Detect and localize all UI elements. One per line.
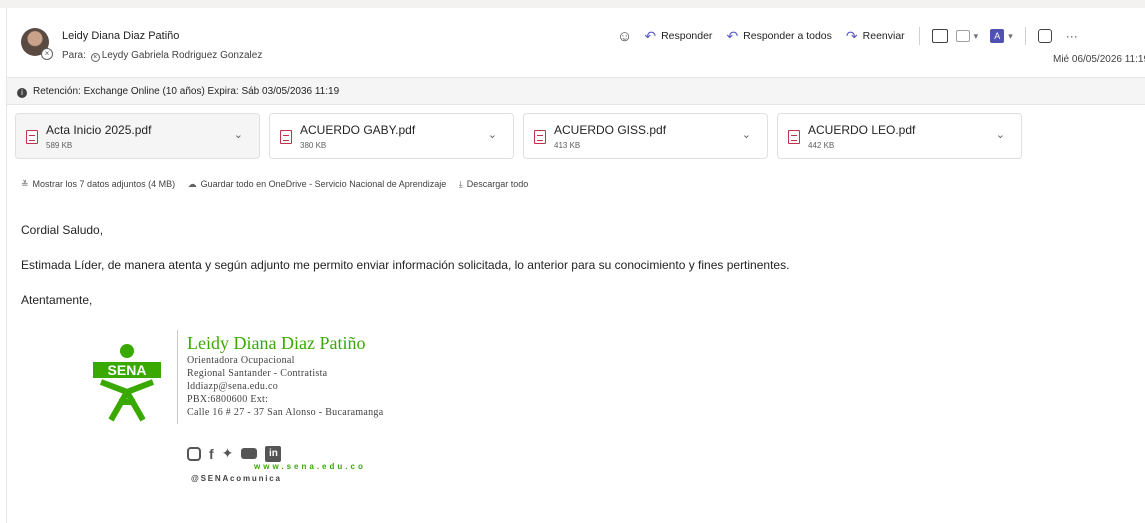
forward-button[interactable]: ↷ Reenviar bbox=[846, 28, 905, 45]
signature-handle: @SENAcomunica bbox=[191, 474, 282, 483]
chevron-down-icon[interactable]: ▾ bbox=[974, 31, 979, 42]
attachment-card[interactable]: ACUERDO GABY.pdf 380 KB ⌄ bbox=[269, 113, 514, 159]
chevron-down-icon[interactable]: ⌄ bbox=[996, 128, 1005, 141]
twitter-icon[interactable]: ✦ bbox=[222, 445, 234, 462]
chevron-double-down-icon: ≚ bbox=[21, 179, 29, 189]
attachment-size: 589 KB bbox=[46, 141, 73, 150]
chevron-down-icon[interactable]: ⌄ bbox=[742, 128, 751, 141]
acrobat-icon[interactable]: A bbox=[990, 29, 1005, 43]
presence-icon: × bbox=[41, 48, 53, 60]
emoji-reaction-icon[interactable]: ☺ bbox=[617, 28, 632, 45]
reply-label: Responder bbox=[661, 30, 713, 42]
pdf-file-icon bbox=[280, 130, 292, 144]
youtube-icon[interactable] bbox=[241, 448, 258, 459]
show-all-attachments-link[interactable]: ≚ Mostrar los 7 datos adjuntos (4 MB) bbox=[21, 179, 175, 189]
forward-icon: ↷ bbox=[845, 27, 858, 44]
social-icons: f ✦ in bbox=[187, 445, 289, 462]
signature-role: Orientadora Ocupacional bbox=[187, 355, 295, 366]
chevron-down-icon[interactable]: ▾ bbox=[1008, 31, 1013, 42]
pdf-file-icon bbox=[26, 130, 38, 144]
chevron-down-icon[interactable]: ⌄ bbox=[234, 128, 243, 141]
reply-icon: ↶ bbox=[644, 27, 657, 44]
reading-pane: × Leidy Diana Diaz Patiño Para: × Leydy G… bbox=[6, 8, 1145, 523]
attachment-actions: ≚ Mostrar los 7 datos adjuntos (4 MB) ☁ Gu… bbox=[21, 179, 538, 190]
retention-text: Retención: Exchange Online (10 años) Exp… bbox=[33, 86, 340, 97]
signature-pbx: PBX:6800600 Ext: bbox=[187, 394, 269, 405]
apps-icon[interactable] bbox=[1037, 29, 1052, 43]
message-text: Estimada Líder, de manera atenta y según… bbox=[21, 258, 790, 272]
attachment-name: ACUERDO GABY.pdf bbox=[300, 123, 416, 137]
immersive-reader-icon[interactable] bbox=[931, 29, 948, 43]
reply-all-button[interactable]: ↶ Responder a todos bbox=[726, 28, 831, 45]
message-date: Mié 06/05/2026 11:19 bbox=[1053, 54, 1145, 65]
reply-button[interactable]: ↶ Responder bbox=[644, 28, 712, 45]
instagram-icon[interactable] bbox=[187, 446, 201, 461]
sender-name[interactable]: Leidy Diana Diaz Patiño bbox=[62, 30, 179, 42]
message-header: × Leidy Diana Diaz Patiño Para: × Leydy G… bbox=[7, 16, 1145, 76]
attachment-name: Acta Inicio 2025.pdf bbox=[46, 123, 152, 137]
recipient-status-icon: × bbox=[90, 53, 100, 62]
facebook-icon[interactable]: f bbox=[209, 446, 214, 462]
toolbar-divider bbox=[1024, 27, 1026, 45]
save-onedrive-link[interactable]: ☁ Guardar todo en OneDrive - Servicio Nac… bbox=[188, 179, 447, 189]
attachment-size: 442 KB bbox=[808, 141, 835, 150]
chevron-down-icon[interactable]: ⌄ bbox=[488, 128, 497, 141]
recipient-line: Para: × Leydy Gabriela Rodriguez Gonzalez bbox=[62, 50, 262, 62]
message-actions: ☺ ↶ Responder ↶ Responder a todos ↷ Reen… bbox=[617, 24, 1078, 48]
attachment-size: 413 KB bbox=[554, 141, 581, 150]
sena-logo: SENA bbox=[93, 344, 161, 422]
more-options-icon[interactable]: ··· bbox=[1066, 29, 1078, 43]
top-strip bbox=[0, 0, 1145, 8]
download-all-label: Descargar todo bbox=[466, 179, 529, 189]
signature-name: Leidy Diana Diaz Patiño bbox=[187, 333, 366, 353]
download-all-link[interactable]: ⤓ Descargar todo bbox=[459, 179, 529, 189]
closing-text: Atentamente, bbox=[21, 293, 93, 307]
svg-text:SENA: SENA bbox=[108, 362, 147, 378]
download-icon: ⤓ bbox=[458, 179, 463, 189]
attachment-name: ACUERDO GISS.pdf bbox=[554, 123, 667, 137]
teams-share-icon[interactable] bbox=[955, 30, 970, 42]
show-all-label: Mostrar los 7 datos adjuntos (4 MB) bbox=[32, 179, 176, 189]
signature-region: Regional Santander - Contratista bbox=[187, 368, 328, 379]
toolbar-divider bbox=[918, 27, 920, 45]
recipient-name[interactable]: Leydy Gabriela Rodriguez Gonzalez bbox=[102, 50, 263, 61]
to-label: Para: bbox=[62, 50, 86, 61]
cloud-icon: ☁ bbox=[187, 179, 197, 189]
greeting-text: Cordial Saludo, bbox=[21, 223, 104, 237]
reply-all-label: Responder a todos bbox=[743, 30, 832, 42]
save-onedrive-label: Guardar todo en OneDrive - Servicio Naci… bbox=[200, 179, 447, 189]
retention-banner: i Retención: Exchange Online (10 años) Ex… bbox=[7, 77, 1145, 105]
attachment-card[interactable]: Acta Inicio 2025.pdf 589 KB ⌄ bbox=[15, 113, 260, 159]
linkedin-icon[interactable]: in bbox=[265, 445, 282, 462]
signature-divider bbox=[177, 330, 178, 424]
attachment-name: ACUERDO LEO.pdf bbox=[808, 123, 916, 137]
signature-address: Calle 16 # 27 - 37 San Alonso - Bucarama… bbox=[187, 407, 384, 418]
attachment-card[interactable]: ACUERDO LEO.pdf 442 KB ⌄ bbox=[777, 113, 1022, 159]
signature-email[interactable]: lddiazp@sena.edu.co bbox=[187, 381, 278, 392]
pdf-file-icon bbox=[534, 130, 546, 144]
info-icon: i bbox=[17, 88, 27, 98]
forward-label: Reenviar bbox=[862, 30, 905, 42]
signature-website[interactable]: www.sena.edu.co bbox=[254, 462, 366, 471]
reply-all-icon: ↶ bbox=[726, 27, 739, 44]
attachment-card[interactable]: ACUERDO GISS.pdf 413 KB ⌄ bbox=[523, 113, 768, 159]
pdf-file-icon bbox=[788, 130, 800, 144]
attachment-size: 380 KB bbox=[300, 141, 327, 150]
